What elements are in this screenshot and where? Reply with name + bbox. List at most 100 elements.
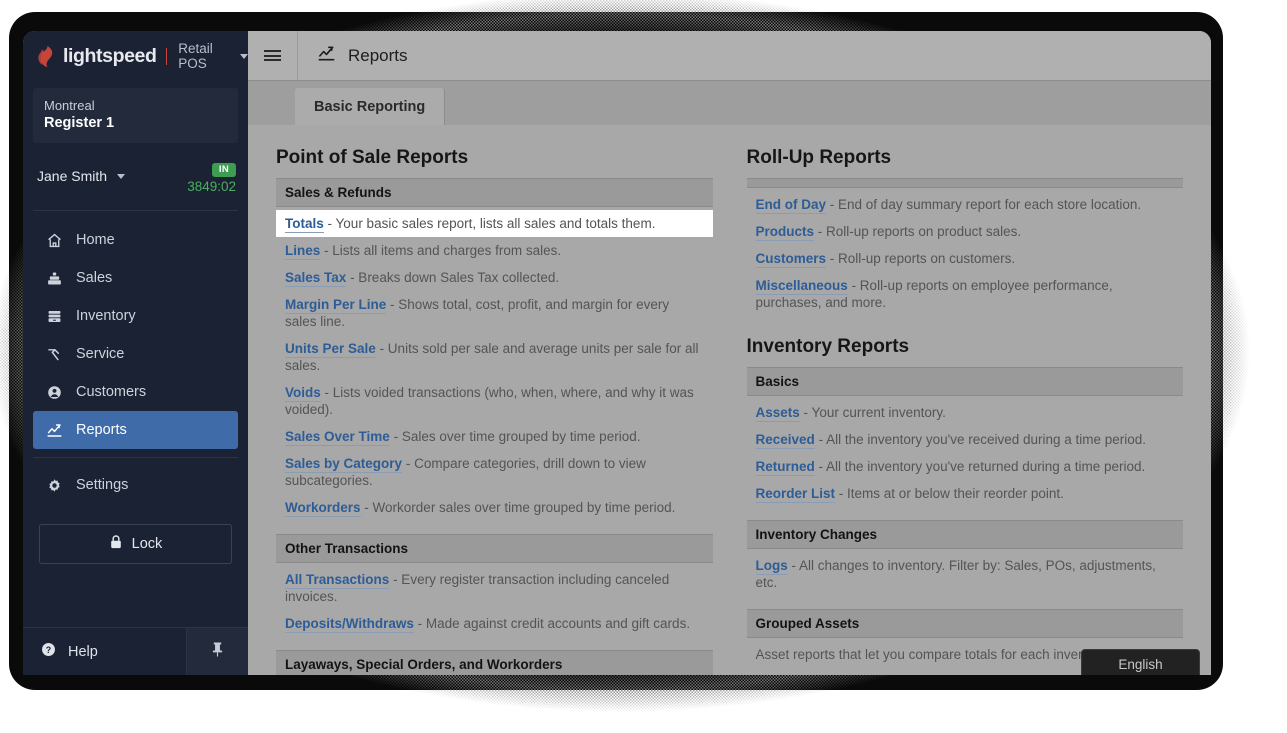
user-circle-icon [45, 383, 63, 401]
lock-button-label: Lock [131, 536, 163, 552]
hamburger-menu-icon[interactable] [248, 31, 298, 80]
report-desc: - All the inventory you've returned duri… [818, 459, 1146, 474]
report-link[interactable]: Returned [755, 459, 815, 476]
app-window: lightspeed Retail POS Montreal Register … [23, 31, 1211, 675]
report-row-customers-rollup[interactable]: Customers - Roll-up reports on customers… [747, 245, 1184, 272]
topbar: Reports [248, 31, 1211, 81]
report-link[interactable]: All Transactions [285, 572, 390, 589]
user-name: Jane Smith [37, 167, 108, 184]
sidebar-item-label: Service [76, 346, 125, 362]
report-link[interactable]: Miscellaneous [755, 278, 848, 295]
report-row-received[interactable]: Received - All the inventory you've rece… [747, 426, 1184, 453]
report-link[interactable]: Lines [285, 243, 321, 260]
brand-name: lightspeed [63, 44, 157, 67]
report-row-end-of-day[interactable]: End of Day - End of day summary report f… [747, 191, 1184, 218]
pin-icon [210, 641, 225, 663]
report-row-miscellaneous[interactable]: Miscellaneous - Roll-up reports on emplo… [747, 272, 1184, 316]
report-link[interactable]: Category [755, 674, 815, 675]
sidebar-nav: Home Sales Inventory Service Customers R… [23, 211, 248, 504]
report-link[interactable]: Customers [755, 251, 827, 268]
section-header-other-transactions: Other Transactions [276, 534, 713, 563]
report-link[interactable]: Totals [285, 216, 324, 233]
sidebar-item-sales[interactable]: Sales [33, 259, 238, 297]
user-row[interactable]: Jane Smith IN 3849:02 [33, 143, 238, 211]
sidebar-item-label: Home [76, 232, 115, 248]
report-link[interactable]: Sales Tax [285, 270, 347, 287]
report-row-workorders[interactable]: Workorders - Workorder sales over time g… [276, 494, 713, 521]
report-desc: - Made against credit accounts and gift … [417, 616, 691, 631]
sidebar-item-service[interactable]: Service [33, 335, 238, 373]
report-row-sales-by-category[interactable]: Sales by Category - Compare categories, … [276, 450, 713, 494]
section-rows: All Transactions - Every register transa… [276, 563, 713, 637]
report-link[interactable]: Workorders [285, 500, 361, 517]
report-row-sales-over-time[interactable]: Sales Over Time - Sales over time groupe… [276, 423, 713, 450]
report-link[interactable]: Voids [285, 385, 321, 402]
page-title-wrap: Reports [298, 44, 408, 68]
chart-line-icon [317, 44, 336, 68]
report-desc: - Your current inventory. [803, 405, 946, 420]
tab-basic-reporting[interactable]: Basic Reporting [295, 88, 446, 125]
user-status: IN 3849:02 [187, 159, 236, 194]
report-row-lines[interactable]: Lines - Lists all items and charges from… [276, 237, 713, 264]
report-link[interactable]: Logs [755, 558, 788, 575]
sidebar-item-settings[interactable]: Settings [33, 466, 238, 504]
report-link[interactable]: Products [755, 224, 815, 241]
column-title: Point of Sale Reports [276, 147, 469, 168]
report-desc: - Breaks down Sales Tax collected. [350, 270, 560, 285]
lock-button-wrap: Lock [23, 524, 248, 564]
sidebar-item-inventory[interactable]: Inventory [33, 297, 238, 335]
lock-icon [109, 534, 123, 554]
reports-content: Point of Sale Reports Sales & Refunds To… [248, 125, 1211, 675]
sidebar-item-reports[interactable]: Reports [33, 411, 238, 449]
report-row-all-transactions[interactable]: All Transactions - Every register transa… [276, 566, 713, 610]
help-button[interactable]: ? Help [23, 628, 186, 675]
report-row-deposits-withdraws[interactable]: Deposits/Withdraws - Made against credit… [276, 610, 713, 637]
lock-button[interactable]: Lock [39, 524, 232, 564]
store-card[interactable]: Montreal Register 1 [33, 88, 238, 143]
sidebar-item-customers[interactable]: Customers [33, 373, 238, 411]
column-title: Roll-Up Reports [746, 147, 892, 168]
pin-button[interactable] [186, 628, 248, 675]
report-link[interactable]: Sales by Category [285, 456, 403, 473]
report-row-units-per-sale[interactable]: Units Per Sale - Units sold per sale and… [276, 335, 713, 379]
report-desc: - Lists voided transactions (who, when, … [285, 385, 694, 417]
brand-header[interactable]: lightspeed Retail POS [23, 31, 248, 81]
chart-line-icon [45, 421, 63, 439]
home-icon [45, 231, 63, 249]
report-link[interactable]: Assets [755, 405, 800, 422]
report-link[interactable]: Units Per Sale [285, 341, 376, 358]
report-desc: - Roll-up reports on product sales. [817, 224, 1022, 239]
report-row-logs[interactable]: Logs - All changes to inventory. Filter … [747, 552, 1184, 596]
sidebar-item-home[interactable]: Home [33, 221, 238, 259]
report-row-sales-tax[interactable]: Sales Tax - Breaks down Sales Tax collec… [276, 264, 713, 291]
sidebar-item-label: Inventory [76, 308, 136, 324]
question-circle-icon: ? [40, 641, 57, 662]
report-link[interactable]: Sales Over Time [285, 429, 390, 446]
report-row-margin-per-line[interactable]: Margin Per Line - Shows total, cost, pro… [276, 291, 713, 335]
section-header-grouped-assets: Grouped Assets [746, 609, 1183, 638]
store-city: Montreal [44, 98, 95, 113]
report-row-returned[interactable]: Returned - All the inventory you've retu… [747, 453, 1184, 480]
svg-text:?: ? [46, 645, 51, 655]
report-row-reorder-list[interactable]: Reorder List - Items at or below their r… [747, 480, 1184, 507]
report-link[interactable]: Received [755, 432, 815, 449]
report-link[interactable]: Margin Per Line [285, 297, 387, 314]
report-link[interactable]: Deposits/Withdraws [285, 616, 414, 633]
report-link[interactable]: End of Day [755, 197, 827, 214]
help-label: Help [68, 643, 98, 660]
report-link[interactable]: Reorder List [755, 486, 836, 503]
report-desc: - Your basic sales report, lists all sal… [327, 216, 656, 231]
screenshot-stage: lightspeed Retail POS Montreal Register … [0, 0, 1287, 733]
report-row-products[interactable]: Products - Roll-up reports on product sa… [747, 218, 1184, 245]
section-header-inventory-changes: Inventory Changes [746, 520, 1183, 549]
tab-bar: Basic Reporting [248, 81, 1211, 125]
language-selector[interactable]: English [1081, 649, 1200, 675]
report-desc: - Roll-up reports on customers. [829, 251, 1016, 266]
chevron-down-icon [116, 173, 125, 179]
report-row-assets[interactable]: Assets - Your current inventory. [747, 399, 1184, 426]
rollup-and-inventory-reports-column: Roll-Up Reports End of Day - End of day … [746, 147, 1184, 675]
report-row-totals[interactable]: Totals - Your basic sales report, lists … [276, 210, 713, 237]
report-row-voids[interactable]: Voids - Lists voided transactions (who, … [276, 379, 713, 423]
report-desc: - Sales over time grouped by time period… [393, 429, 641, 444]
user-name-wrap[interactable]: Jane Smith [37, 168, 125, 186]
